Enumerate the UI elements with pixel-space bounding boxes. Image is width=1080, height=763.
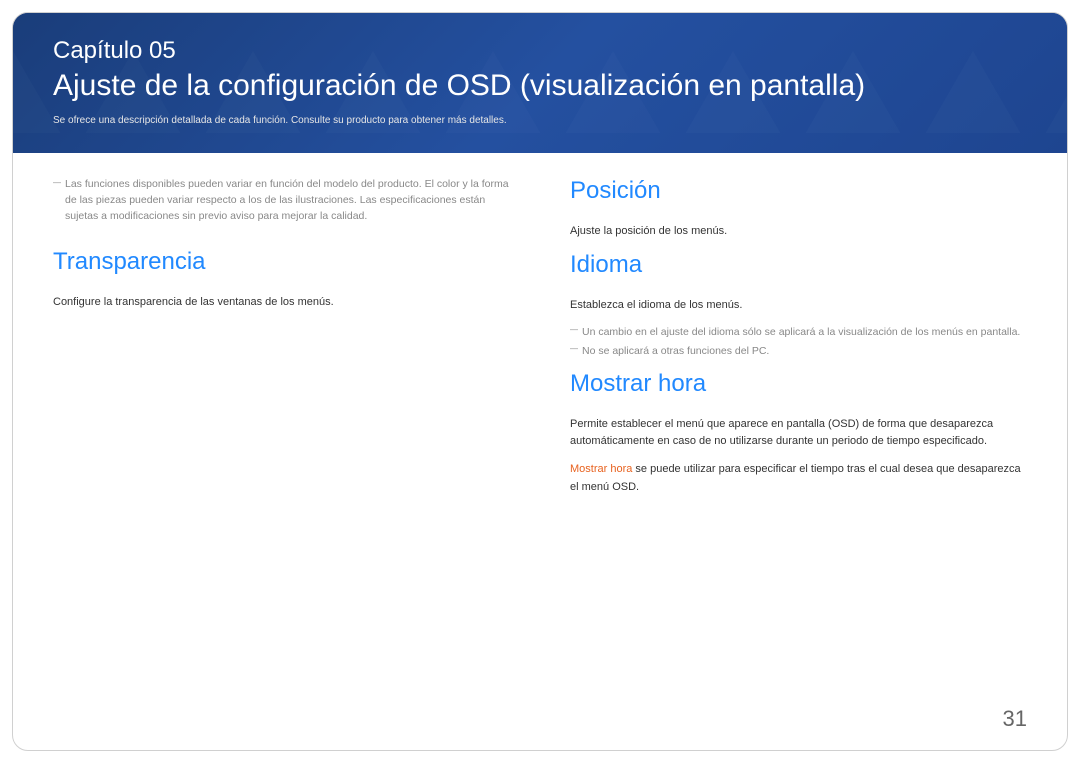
chapter-label: Capítulo 05 xyxy=(53,37,1027,65)
heading-mostrar-hora: Mostrar hora xyxy=(570,370,1027,398)
text-mostrar-hora-1: Permite establecer el menú que aparece e… xyxy=(570,416,1027,451)
general-note: Las funciones disponibles pueden variar … xyxy=(53,177,510,224)
heading-transparencia: Transparencia xyxy=(53,248,510,276)
highlight-mostrar-hora: Mostrar hora xyxy=(570,463,632,475)
left-column: Las funciones disponibles pueden variar … xyxy=(53,177,510,506)
page-container: Capítulo 05 Ajuste de la configuración d… xyxy=(12,12,1068,751)
text-mostrar-hora-2-rest: se puede utilizar para especificar el ti… xyxy=(570,463,1021,493)
text-idioma: Establezca el idioma de los menús. xyxy=(570,297,1027,315)
content-area: Las funciones disponibles pueden variar … xyxy=(13,153,1067,546)
text-transparencia: Configure la transparencia de las ventan… xyxy=(53,294,510,312)
chapter-header-banner: Capítulo 05 Ajuste de la configuración d… xyxy=(13,13,1067,153)
right-column: Posición Ajuste la posición de los menús… xyxy=(570,177,1027,506)
heading-idioma: Idioma xyxy=(570,251,1027,279)
text-mostrar-hora-2: Mostrar hora se puede utilizar para espe… xyxy=(570,461,1027,496)
heading-posicion: Posición xyxy=(570,177,1027,205)
page-number: 31 xyxy=(1003,706,1027,732)
note-idioma-1: Un cambio en el ajuste del idioma sólo s… xyxy=(570,324,1027,341)
chapter-subtitle: Se ofrece una descripción detallada de c… xyxy=(53,115,1027,126)
text-posicion: Ajuste la posición de los menús. xyxy=(570,223,1027,241)
note-idioma-2: No se aplicará a otras funciones del PC. xyxy=(570,343,1027,360)
chapter-title: Ajuste de la configuración de OSD (visua… xyxy=(53,69,1027,103)
